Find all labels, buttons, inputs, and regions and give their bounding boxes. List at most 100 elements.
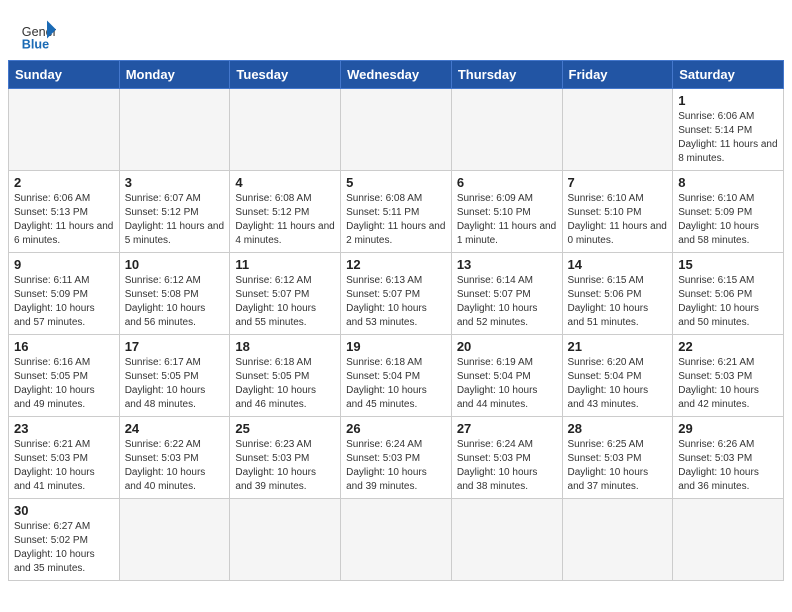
day-number: 4 [235, 175, 335, 190]
calendar-day-cell: 11 Sunrise: 6:12 AMSunset: 5:07 PMDayligh… [230, 253, 341, 335]
calendar-day-cell: 10 Sunrise: 6:12 AMSunset: 5:08 PMDayligh… [119, 253, 230, 335]
day-info: Sunrise: 6:12 AMSunset: 5:08 PMDaylight:… [125, 274, 225, 330]
day-info: Sunrise: 6:15 AMSunset: 5:06 PMDaylight:… [568, 274, 668, 330]
calendar-day-cell: 24 Sunrise: 6:22 AMSunset: 5:03 PMDayligh… [119, 417, 230, 499]
day-info: Sunrise: 6:09 AMSunset: 5:10 PMDaylight:… [457, 192, 557, 248]
day-number: 1 [678, 93, 778, 108]
day-number: 17 [125, 339, 225, 354]
calendar-day-cell: 28Sunrise: 6:25 AMSunset: 5:03 PMDayligh… [562, 417, 673, 499]
calendar-day-cell: 20 Sunrise: 6:19 AMSunset: 5:04 PMDayligh… [451, 335, 562, 417]
day-info: Sunrise: 6:20 AMSunset: 5:04 PMDaylight:… [568, 356, 668, 412]
day-number: 24 [125, 421, 225, 436]
day-info: Sunrise: 6:21 AMSunset: 5:03 PMDaylight:… [678, 356, 778, 412]
day-number: 29 [678, 421, 778, 436]
day-info: Sunrise: 6:16 AMSunset: 5:05 PMDaylight:… [14, 356, 114, 412]
day-info: Sunrise: 6:18 AMSunset: 5:04 PMDaylight:… [346, 356, 446, 412]
calendar-day-cell: 5 Sunrise: 6:08 AMSunset: 5:11 PMDaylight… [341, 171, 452, 253]
day-number: 10 [125, 257, 225, 272]
calendar-week-row: 23Sunrise: 6:21 AMSunset: 5:03 PMDayligh… [9, 417, 784, 499]
day-info: Sunrise: 6:08 AMSunset: 5:11 PMDaylight:… [346, 192, 446, 248]
day-info: Sunrise: 6:07 AMSunset: 5:12 PMDaylight:… [125, 192, 225, 248]
calendar-day-cell: 6 Sunrise: 6:09 AMSunset: 5:10 PMDaylight… [451, 171, 562, 253]
day-info: Sunrise: 6:21 AMSunset: 5:03 PMDaylight:… [14, 438, 114, 494]
day-of-week-header: Sunday [9, 61, 120, 89]
day-info: Sunrise: 6:11 AMSunset: 5:09 PMDaylight:… [14, 274, 114, 330]
day-info: Sunrise: 6:10 AMSunset: 5:10 PMDaylight:… [568, 192, 668, 248]
calendar-day-cell: 1 Sunrise: 6:06 AMSunset: 5:14 PMDaylight… [673, 89, 784, 171]
day-number: 19 [346, 339, 446, 354]
day-info: Sunrise: 6:15 AMSunset: 5:06 PMDaylight:… [678, 274, 778, 330]
day-info: Sunrise: 6:17 AMSunset: 5:05 PMDaylight:… [125, 356, 225, 412]
page-header: General Blue [0, 0, 792, 60]
calendar-day-cell [230, 89, 341, 171]
day-number: 6 [457, 175, 557, 190]
day-of-week-header: Saturday [673, 61, 784, 89]
logo: General Blue [20, 16, 60, 52]
day-info: Sunrise: 6:24 AMSunset: 5:03 PMDaylight:… [346, 438, 446, 494]
calendar-container: SundayMondayTuesdayWednesdayThursdayFrid… [0, 60, 792, 589]
calendar-day-cell: 12Sunrise: 6:13 AMSunset: 5:07 PMDayligh… [341, 253, 452, 335]
calendar-day-cell [341, 499, 452, 581]
day-info: Sunrise: 6:06 AMSunset: 5:13 PMDaylight:… [14, 192, 114, 248]
day-number: 2 [14, 175, 114, 190]
day-number: 11 [235, 257, 335, 272]
calendar-week-row: 1 Sunrise: 6:06 AMSunset: 5:14 PMDaylight… [9, 89, 784, 171]
calendar-day-cell [673, 499, 784, 581]
calendar-table: SundayMondayTuesdayWednesdayThursdayFrid… [8, 60, 784, 581]
day-number: 18 [235, 339, 335, 354]
day-number: 3 [125, 175, 225, 190]
day-info: Sunrise: 6:19 AMSunset: 5:04 PMDaylight:… [457, 356, 557, 412]
days-of-week-row: SundayMondayTuesdayWednesdayThursdayFrid… [9, 61, 784, 89]
calendar-day-cell: 19 Sunrise: 6:18 AMSunset: 5:04 PMDayligh… [341, 335, 452, 417]
logo-icon: General Blue [20, 16, 56, 52]
day-info: Sunrise: 6:08 AMSunset: 5:12 PMDaylight:… [235, 192, 335, 248]
calendar-day-cell: 2 Sunrise: 6:06 AMSunset: 5:13 PMDaylight… [9, 171, 120, 253]
day-info: Sunrise: 6:13 AMSunset: 5:07 PMDaylight:… [346, 274, 446, 330]
day-number: 5 [346, 175, 446, 190]
day-number: 9 [14, 257, 114, 272]
day-number: 20 [457, 339, 557, 354]
day-info: Sunrise: 6:23 AMSunset: 5:03 PMDaylight:… [235, 438, 335, 494]
svg-text:Blue: Blue [22, 37, 49, 51]
day-number: 25 [235, 421, 335, 436]
day-info: Sunrise: 6:27 AMSunset: 5:02 PMDaylight:… [14, 520, 114, 576]
calendar-body: 1 Sunrise: 6:06 AMSunset: 5:14 PMDaylight… [9, 89, 784, 581]
day-info: Sunrise: 6:06 AMSunset: 5:14 PMDaylight:… [678, 110, 778, 166]
day-number: 16 [14, 339, 114, 354]
day-of-week-header: Monday [119, 61, 230, 89]
calendar-day-cell: 27 Sunrise: 6:24 AMSunset: 5:03 PMDayligh… [451, 417, 562, 499]
calendar-week-row: 30Sunrise: 6:27 AMSunset: 5:02 PMDayligh… [9, 499, 784, 581]
calendar-day-cell [451, 89, 562, 171]
calendar-day-cell: 22 Sunrise: 6:21 AMSunset: 5:03 PMDayligh… [673, 335, 784, 417]
calendar-day-cell [9, 89, 120, 171]
day-of-week-header: Thursday [451, 61, 562, 89]
calendar-day-cell: 17 Sunrise: 6:17 AMSunset: 5:05 PMDayligh… [119, 335, 230, 417]
calendar-day-cell: 29 Sunrise: 6:26 AMSunset: 5:03 PMDayligh… [673, 417, 784, 499]
day-info: Sunrise: 6:14 AMSunset: 5:07 PMDaylight:… [457, 274, 557, 330]
day-number: 27 [457, 421, 557, 436]
calendar-header: SundayMondayTuesdayWednesdayThursdayFrid… [9, 61, 784, 89]
day-info: Sunrise: 6:24 AMSunset: 5:03 PMDaylight:… [457, 438, 557, 494]
calendar-day-cell [451, 499, 562, 581]
day-info: Sunrise: 6:10 AMSunset: 5:09 PMDaylight:… [678, 192, 778, 248]
calendar-day-cell [562, 89, 673, 171]
day-info: Sunrise: 6:26 AMSunset: 5:03 PMDaylight:… [678, 438, 778, 494]
calendar-day-cell: 8Sunrise: 6:10 AMSunset: 5:09 PMDaylight… [673, 171, 784, 253]
day-number: 26 [346, 421, 446, 436]
calendar-day-cell: 30Sunrise: 6:27 AMSunset: 5:02 PMDayligh… [9, 499, 120, 581]
calendar-day-cell [119, 89, 230, 171]
calendar-day-cell: 23Sunrise: 6:21 AMSunset: 5:03 PMDayligh… [9, 417, 120, 499]
day-number: 7 [568, 175, 668, 190]
day-of-week-header: Tuesday [230, 61, 341, 89]
day-number: 13 [457, 257, 557, 272]
day-number: 22 [678, 339, 778, 354]
day-info: Sunrise: 6:12 AMSunset: 5:07 PMDaylight:… [235, 274, 335, 330]
calendar-day-cell: 9 Sunrise: 6:11 AMSunset: 5:09 PMDaylight… [9, 253, 120, 335]
calendar-week-row: 9 Sunrise: 6:11 AMSunset: 5:09 PMDaylight… [9, 253, 784, 335]
day-of-week-header: Friday [562, 61, 673, 89]
calendar-week-row: 2 Sunrise: 6:06 AMSunset: 5:13 PMDaylight… [9, 171, 784, 253]
day-number: 14 [568, 257, 668, 272]
calendar-day-cell: 7 Sunrise: 6:10 AMSunset: 5:10 PMDaylight… [562, 171, 673, 253]
day-info: Sunrise: 6:22 AMSunset: 5:03 PMDaylight:… [125, 438, 225, 494]
day-info: Sunrise: 6:25 AMSunset: 5:03 PMDaylight:… [568, 438, 668, 494]
